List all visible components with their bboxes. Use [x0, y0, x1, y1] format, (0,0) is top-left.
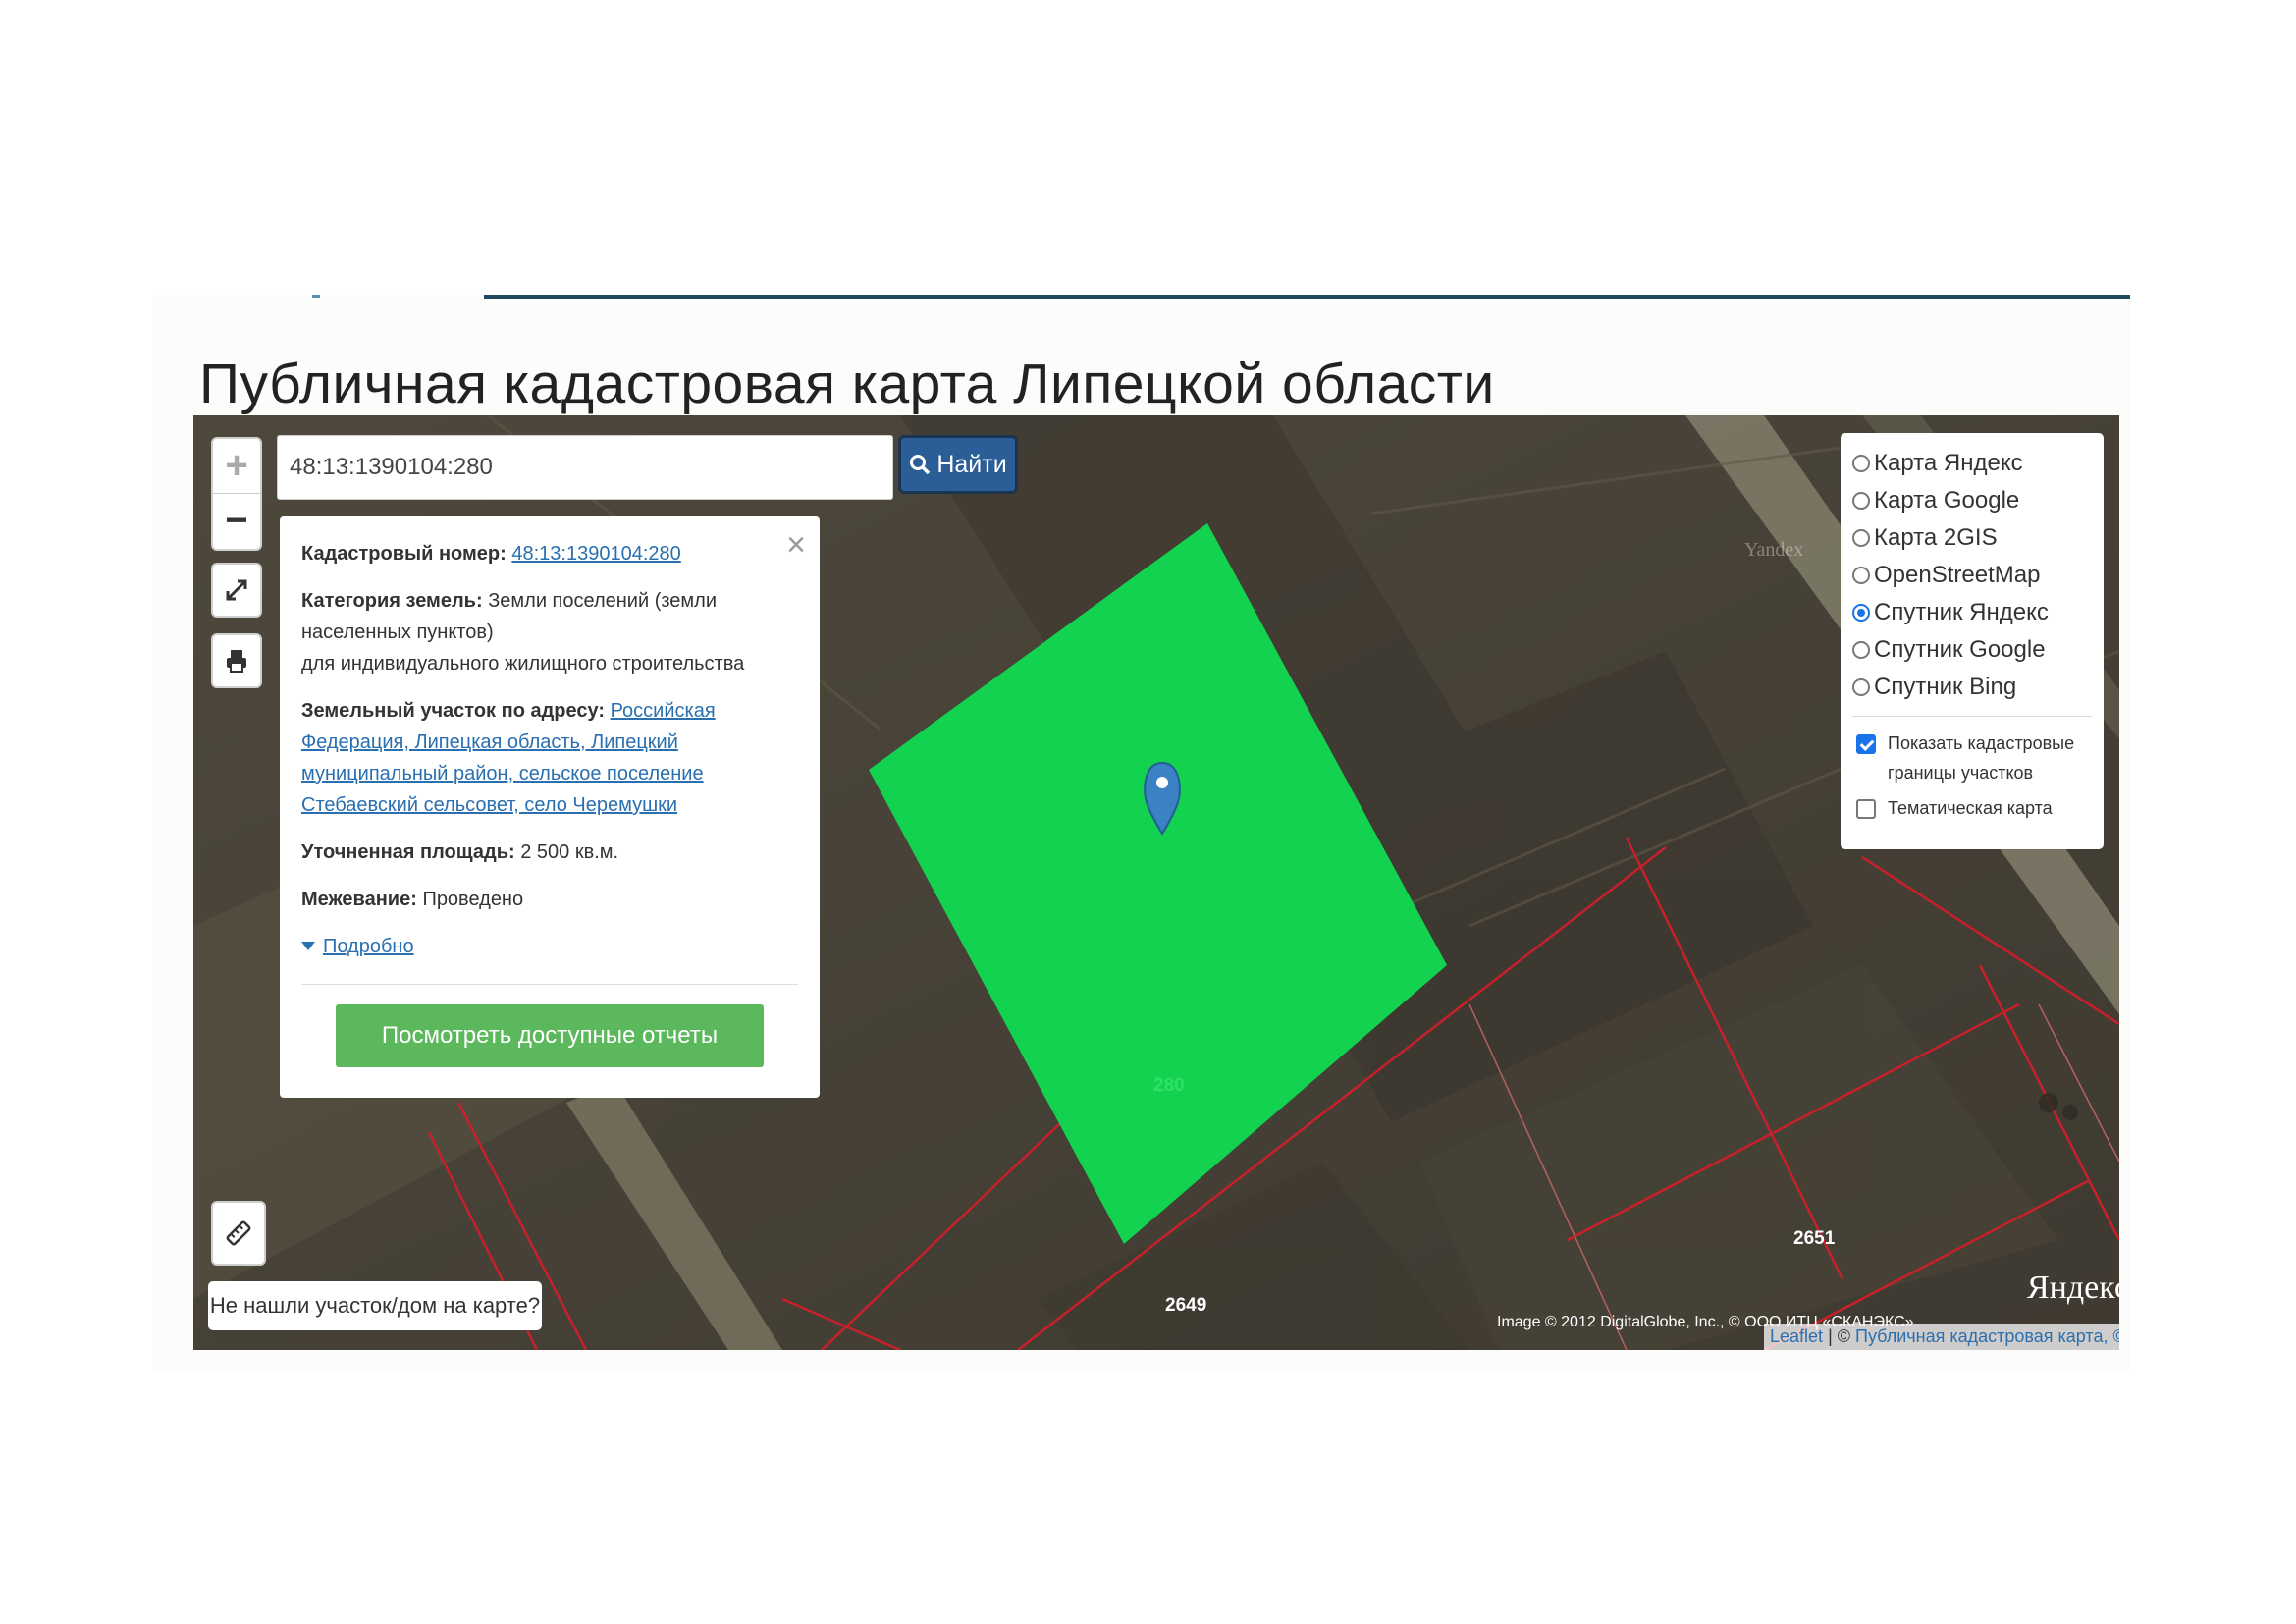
- layer-option-label: Спутник Bing: [1874, 674, 2017, 700]
- layer-option[interactable]: OpenStreetMap: [1852, 557, 2092, 594]
- zoom-out-button[interactable]: −: [213, 494, 260, 548]
- yandex-watermark: Yandex: [1744, 539, 1804, 561]
- radio-icon[interactable]: [1852, 529, 1870, 547]
- expand-icon: [226, 579, 247, 601]
- survey-label: Межевание:: [301, 889, 417, 910]
- checkbox-icon[interactable]: [1856, 799, 1876, 819]
- layer-option-label: Карта Яндекс: [1874, 450, 2023, 476]
- land-category-row: Категория земель: Земли поселений (земли…: [301, 585, 798, 679]
- yandex-logo: Яндекс: [2027, 1270, 2119, 1306]
- layer-switcher: Карта Яндекс Карта Google Карта 2GIS Ope…: [1841, 433, 2104, 849]
- parcel-label-2651: 2651: [1793, 1228, 1836, 1249]
- find-button-label: Найти: [936, 450, 1007, 478]
- layer-option-label: Карта Google: [1874, 487, 2020, 514]
- not-found-button[interactable]: Не нашли участок/дом на карте?: [208, 1281, 542, 1330]
- header-rule: [484, 295, 2130, 299]
- layer-option-label: Карта 2GIS: [1874, 524, 1998, 551]
- cadastral-number-label: Кадастровый номер:: [301, 543, 507, 565]
- layer-option[interactable]: Спутник Google: [1852, 631, 2092, 669]
- survey-value: Проведено: [422, 889, 524, 910]
- close-icon[interactable]: ×: [786, 528, 806, 562]
- parcel-label-main: 280: [1153, 1075, 1185, 1096]
- area-row: Уточненная площадь: 2 500 кв.м.: [301, 837, 798, 868]
- parcel-label-2649: 2649: [1165, 1295, 1207, 1316]
- view-reports-button[interactable]: Посмотреть доступные отчеты: [336, 1004, 764, 1067]
- area-value: 2 500 кв.м.: [520, 841, 619, 863]
- cadastral-search-input[interactable]: 48:13:1390104:280: [277, 435, 893, 500]
- permitted-use-value: для индивидуального жилищного строительс…: [301, 653, 745, 675]
- land-category-label: Категория земель:: [301, 590, 483, 612]
- leaflet-link[interactable]: Leaflet: [1770, 1326, 1823, 1346]
- cadastral-number-link[interactable]: 48:13:1390104:280: [511, 543, 680, 565]
- parcel-info-popup: × Кадастровый номер: 48:13:1390104:280 К…: [280, 516, 820, 1098]
- survey-row: Межевание: Проведено: [301, 884, 798, 915]
- zoom-control: + −: [211, 437, 262, 551]
- radio-icon[interactable]: [1852, 641, 1870, 659]
- layer-option[interactable]: Спутник Bing: [1852, 669, 2092, 706]
- map-attribution: Leaflet | © Публичная кадастровая карта,…: [1764, 1324, 2119, 1350]
- find-button[interactable]: Найти: [898, 435, 1018, 494]
- radio-icon[interactable]: [1852, 678, 1870, 696]
- layer-option-label: Спутник Google: [1874, 636, 2046, 663]
- details-toggle[interactable]: Подробно: [301, 931, 798, 962]
- layer-divider: [1852, 716, 2092, 717]
- radio-icon[interactable]: [1852, 455, 1870, 472]
- zoom-in-button[interactable]: +: [213, 439, 260, 494]
- layer-option[interactable]: Карта Google: [1852, 482, 2092, 519]
- area-label: Уточненная площадь:: [301, 841, 515, 863]
- layer-option[interactable]: Карта Яндекс: [1852, 445, 2092, 482]
- page-title: Публичная кадастровая карта Липецкой обл…: [199, 352, 1495, 416]
- address-label: Земельный участок по адресу:: [301, 700, 606, 722]
- checkbox-checked-icon[interactable]: [1856, 734, 1876, 754]
- caret-down-icon: [301, 942, 315, 950]
- cadastral-map-link[interactable]: Публичная кадастровая карта, ©: [1855, 1326, 2119, 1346]
- map-viewport[interactable]: 280 2651 2649 + − 48:13:1390104:280 Найт…: [193, 415, 2119, 1350]
- measure-button[interactable]: [211, 1201, 266, 1266]
- radio-selected-icon[interactable]: [1852, 604, 1870, 622]
- thematic-map-label: Тематическая карта: [1888, 798, 2053, 818]
- show-boundaries-label: Показать кадастровые границы участков: [1888, 733, 2075, 783]
- print-button[interactable]: [211, 633, 262, 688]
- attribution-copyright: ©: [1837, 1326, 1851, 1346]
- thematic-map-toggle[interactable]: Тематическая карта: [1852, 793, 2092, 823]
- header-marker: [312, 295, 320, 298]
- address-row: Земельный участок по адресу: Российская …: [301, 695, 798, 821]
- layer-option-label: Спутник Яндекс: [1874, 599, 2049, 625]
- ruler-icon: [226, 1220, 251, 1246]
- search-icon: [910, 455, 931, 475]
- printer-icon: [227, 650, 246, 673]
- popup-divider: [301, 984, 798, 985]
- details-link[interactable]: Подробно: [323, 931, 414, 962]
- fullscreen-button[interactable]: [211, 563, 262, 618]
- layer-option-selected[interactable]: Спутник Яндекс: [1852, 594, 2092, 631]
- radio-icon[interactable]: [1852, 567, 1870, 584]
- radio-icon[interactable]: [1852, 492, 1870, 510]
- layer-option[interactable]: Карта 2GIS: [1852, 519, 2092, 557]
- show-boundaries-toggle[interactable]: Показать кадастровые границы участков: [1852, 729, 2092, 787]
- cadastral-number-row: Кадастровый номер: 48:13:1390104:280: [301, 538, 798, 569]
- layer-option-label: OpenStreetMap: [1874, 562, 2041, 588]
- attribution-separator: |: [1828, 1326, 1833, 1346]
